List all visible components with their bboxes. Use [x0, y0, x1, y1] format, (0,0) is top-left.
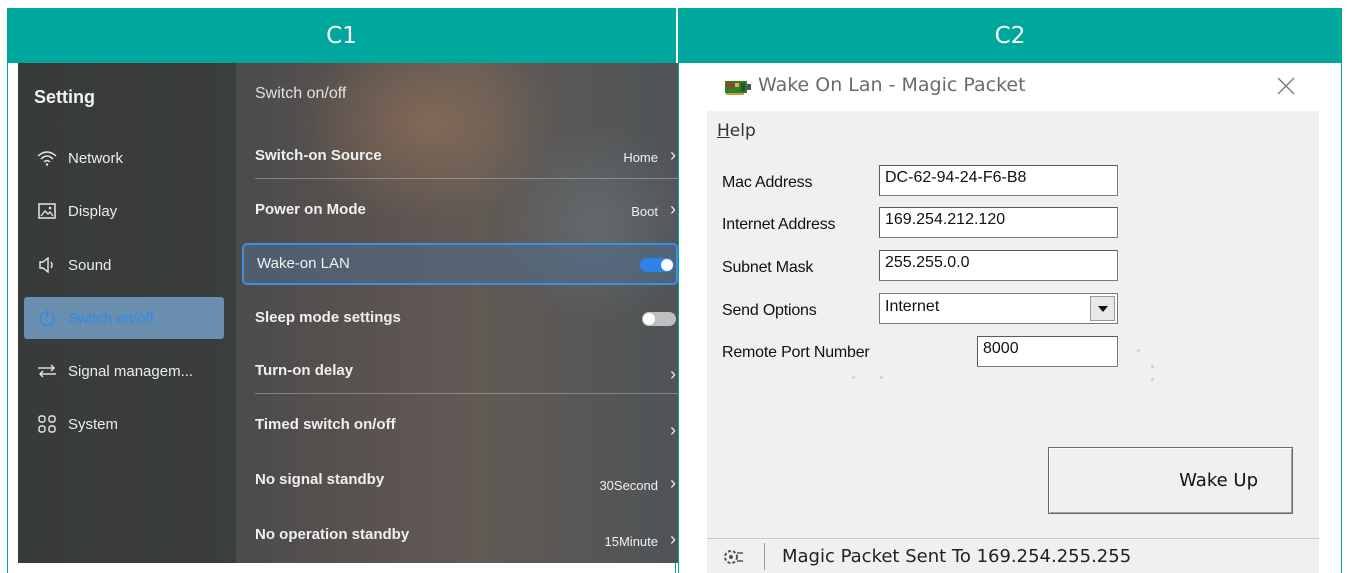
- wake-on-lan-toggle[interactable]: [640, 258, 674, 272]
- close-icon[interactable]: [1275, 75, 1297, 97]
- mac-address-field[interactable]: DC-62-94-24-F6-B8: [879, 165, 1118, 196]
- network-activity-icon: [724, 550, 743, 564]
- setting-row-power-on-mode[interactable]: Power on Mode Boot ›: [242, 189, 678, 233]
- setting-value: 30Second: [599, 478, 658, 493]
- grid-icon: [36, 413, 58, 435]
- row-divider: [255, 178, 678, 179]
- setting-label: No operation standby: [255, 526, 410, 543]
- sleep-mode-toggle[interactable]: [642, 312, 676, 326]
- setting-row-switch-on-source[interactable]: Switch-on Source Home ›: [242, 135, 678, 179]
- setting-row-no-operation-standby[interactable]: No operation standby 15Minute ›: [242, 514, 678, 558]
- sidebar-item-signal-management[interactable]: Signal managem...: [24, 350, 224, 392]
- title-bar: Wake On Lan - Magic Packet: [707, 63, 1319, 111]
- chevron-right-icon: ›: [670, 529, 676, 549]
- internet-address-field[interactable]: 169.254.212.120: [879, 207, 1118, 238]
- sidebar-item-network[interactable]: Network: [24, 137, 224, 179]
- send-options-select[interactable]: Internet: [879, 293, 1118, 324]
- setting-row-wake-on-lan[interactable]: Wake-on LAN: [242, 243, 678, 285]
- status-bar: Magic Packet Sent To 169.254.255.255: [707, 538, 1319, 573]
- setting-label: No signal standby: [255, 471, 385, 488]
- setting-label: Timed switch on/off: [255, 416, 396, 433]
- remote-port-label: Remote Port Number: [722, 344, 870, 361]
- send-options-value: Internet: [885, 298, 940, 315]
- chevron-down-icon[interactable]: [1090, 296, 1115, 321]
- sidebar-item-label: Display: [68, 202, 118, 220]
- setting-label: Power on Mode: [255, 201, 366, 218]
- chevron-right-icon: ›: [670, 199, 676, 219]
- image-icon: [36, 200, 58, 222]
- status-divider: [764, 543, 765, 570]
- dust-dot: [880, 376, 883, 379]
- mac-address-label: Mac Address: [722, 174, 813, 191]
- page-title: Switch on/off: [255, 85, 347, 102]
- sidebar-title: Setting: [34, 87, 95, 107]
- status-text: Magic Packet Sent To 169.254.255.255: [782, 546, 1132, 567]
- internet-address-label: Internet Address: [722, 216, 836, 233]
- power-icon: [36, 307, 58, 329]
- setting-label: Switch-on Source: [255, 147, 382, 164]
- settings-sidebar: Setting Network Display Sound Switch on/…: [18, 63, 236, 563]
- panel-label-c1: C1: [7, 8, 676, 63]
- network-card-icon: [725, 81, 751, 95]
- wake-up-button[interactable]: Wake Up: [1048, 447, 1293, 514]
- sidebar-item-label: Switch on/off: [68, 309, 154, 327]
- setting-label: Wake-on LAN: [257, 255, 350, 272]
- signal-switch-icon: [36, 360, 58, 382]
- wifi-icon: [36, 147, 58, 169]
- send-options-label: Send Options: [722, 302, 817, 319]
- sidebar-item-label: Signal managem...: [68, 362, 194, 380]
- menu-help[interactable]: Help: [717, 121, 756, 141]
- dust-dot: [1151, 365, 1154, 368]
- setting-row-turn-on-delay[interactable]: Turn-on delay ›: [242, 350, 678, 394]
- wake-on-lan-window: Wake On Lan - Magic Packet Help Mac Addr…: [707, 63, 1319, 573]
- sidebar-item-system[interactable]: System: [24, 403, 224, 445]
- chevron-right-icon: ›: [670, 420, 676, 440]
- menu-bar: Help: [707, 111, 1319, 149]
- setting-value: Boot: [631, 204, 658, 219]
- chevron-right-icon: ›: [670, 145, 676, 165]
- dust-dot: [852, 376, 855, 379]
- setting-label: Turn-on delay: [255, 362, 354, 379]
- sidebar-item-label: Sound: [68, 256, 112, 274]
- setting-row-no-signal-standby[interactable]: No signal standby 30Second ›: [242, 459, 678, 503]
- setting-row-timed-switch[interactable]: Timed switch on/off ›: [242, 404, 678, 448]
- sidebar-item-display[interactable]: Display: [24, 190, 224, 232]
- window-title: Wake On Lan - Magic Packet: [758, 74, 1026, 96]
- remote-port-field[interactable]: 8000: [977, 336, 1118, 367]
- sidebar-item-label: System: [68, 415, 119, 433]
- chevron-right-icon: ›: [670, 473, 676, 493]
- sidebar-item-label: Network: [68, 149, 124, 167]
- sidebar-item-sound[interactable]: Sound: [24, 244, 224, 286]
- subnet-mask-field[interactable]: 255.255.0.0: [879, 250, 1118, 281]
- setting-label: Sleep mode settings: [255, 309, 401, 326]
- speaker-icon: [36, 254, 58, 276]
- panel-label-c2: C2: [678, 8, 1342, 63]
- subnet-mask-label: Subnet Mask: [722, 259, 814, 276]
- row-divider: [255, 393, 678, 394]
- dust-dot: [1137, 349, 1140, 352]
- dust-dot: [1151, 378, 1154, 381]
- setting-value: Home: [623, 150, 658, 165]
- setting-value: 15Minute: [604, 534, 658, 549]
- sidebar-item-switch-on-off[interactable]: Switch on/off: [24, 297, 224, 339]
- tv-settings-screen: Setting Network Display Sound Switch on/…: [18, 63, 678, 563]
- chevron-right-icon: ›: [670, 364, 676, 384]
- setting-row-sleep-mode[interactable]: Sleep mode settings: [242, 297, 678, 341]
